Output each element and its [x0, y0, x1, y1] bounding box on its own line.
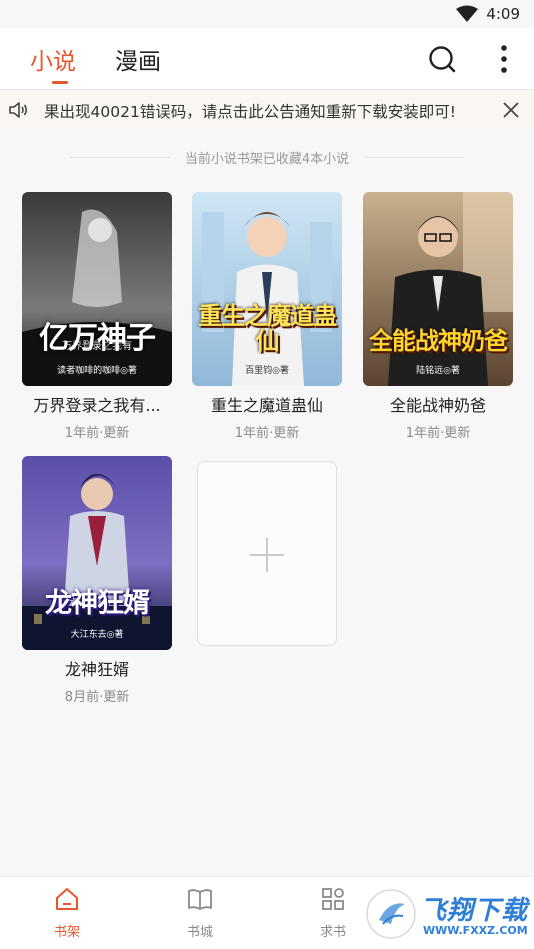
cover-art — [192, 192, 342, 386]
cover-author: 百里钧◎著 — [245, 366, 289, 376]
book-updated: 8月前·更新 — [64, 690, 130, 705]
nav-label: 书架 — [53, 925, 80, 940]
cover-author: 陆铭远◎著 — [416, 366, 460, 376]
status-bar: 4:09 — [0, 0, 534, 28]
divider — [70, 157, 170, 158]
book-updated: 1年前·更新 — [64, 426, 130, 441]
book-item[interactable]: 万界登录之我有 亿万神子 读者咖啡的咖啡◎著 万界登录之我有... 1年前·更新 — [22, 192, 172, 441]
book-cover[interactable]: 全能战神奶爸 陆铭远◎著 — [363, 192, 513, 386]
shelf-summary-text: 当前小说书架已收藏4本小说 — [184, 152, 350, 167]
tab-novel[interactable]: 小说 — [30, 42, 76, 76]
nav-label: 书城 — [186, 925, 213, 940]
nav-label: 求书 — [319, 925, 346, 940]
cover-author: 读者咖啡的咖啡◎著 — [57, 366, 137, 376]
wifi-icon — [456, 5, 479, 22]
tab-comic[interactable]: 漫画 — [115, 42, 161, 76]
speaker-icon — [9, 102, 28, 118]
cover-art — [363, 192, 513, 386]
watermark-url: WWW.FXXZ.COM — [423, 924, 528, 937]
book-icon — [188, 889, 212, 910]
nav-item-bookstore[interactable]: 书城 — [160, 885, 240, 940]
cover-title: 重生之魔道蛊仙 — [198, 301, 337, 355]
nav-item-bookshelf[interactable]: 书架 — [27, 885, 107, 940]
search-icon[interactable] — [427, 44, 457, 74]
status-time: 4:09 — [486, 5, 520, 23]
book-cover[interactable]: 万界登录之我有 亿万神子 读者咖啡的咖啡◎著 — [22, 192, 172, 386]
book-title[interactable]: 全能战神奶爸 — [363, 392, 513, 416]
more-options-icon[interactable] — [492, 42, 516, 76]
book-updated: 1年前·更新 — [234, 426, 300, 441]
bookshelf-icon — [56, 888, 78, 910]
cover-title: 亿万神子 — [39, 320, 156, 356]
add-book-button[interactable] — [197, 461, 337, 646]
book-cover[interactable]: 龙神狂婿 大江东去◎著 — [22, 456, 172, 650]
active-tab-indicator — [52, 81, 68, 84]
watermark-text: 飞翔下载 — [420, 896, 529, 926]
book-cover[interactable]: 重生之魔道蛊仙 百里钧◎著 — [192, 192, 342, 386]
notice-text[interactable]: 果出现40021错误码，请点击此公告通知重新下载安装即可! — [44, 100, 489, 122]
book-title[interactable]: 龙神狂婿 — [22, 656, 172, 680]
cover-title: 龙神狂婿 — [45, 587, 150, 619]
book-title[interactable]: 万界登录之我有... — [22, 392, 172, 416]
book-updated: 1年前·更新 — [405, 426, 471, 441]
app-header: 小说 漫画 — [0, 28, 534, 90]
divider — [364, 157, 464, 158]
cover-art — [22, 192, 172, 386]
nav-item-request[interactable]: 求书 — [293, 885, 373, 940]
plus-icon — [266, 538, 268, 572]
cover-art — [22, 456, 172, 650]
cover-author: 大江东去◎著 — [70, 630, 124, 640]
notice-bar[interactable]: 果出现40021错误码，请点击此公告通知重新下载安装即可! — [0, 91, 534, 129]
shelf-summary: 当前小说书架已收藏4本小说 — [0, 148, 534, 168]
book-title[interactable]: 重生之魔道蛊仙 — [192, 392, 342, 416]
book-item[interactable]: 龙神狂婿 大江东去◎著 龙神狂婿 8月前·更新 — [22, 456, 172, 705]
book-item[interactable]: 全能战神奶爸 陆铭远◎著 全能战神奶爸 1年前·更新 — [363, 192, 513, 441]
book-item[interactable]: 重生之魔道蛊仙 百里钧◎著 重生之魔道蛊仙 1年前·更新 — [192, 192, 342, 441]
watermark: 飞翔下载 WWW.FXXZ.COM — [365, 884, 530, 944]
grid-icon — [322, 888, 344, 910]
cover-title: 全能战神奶爸 — [369, 326, 508, 355]
watermark-logo-icon — [366, 889, 416, 939]
close-icon[interactable] — [500, 99, 522, 121]
